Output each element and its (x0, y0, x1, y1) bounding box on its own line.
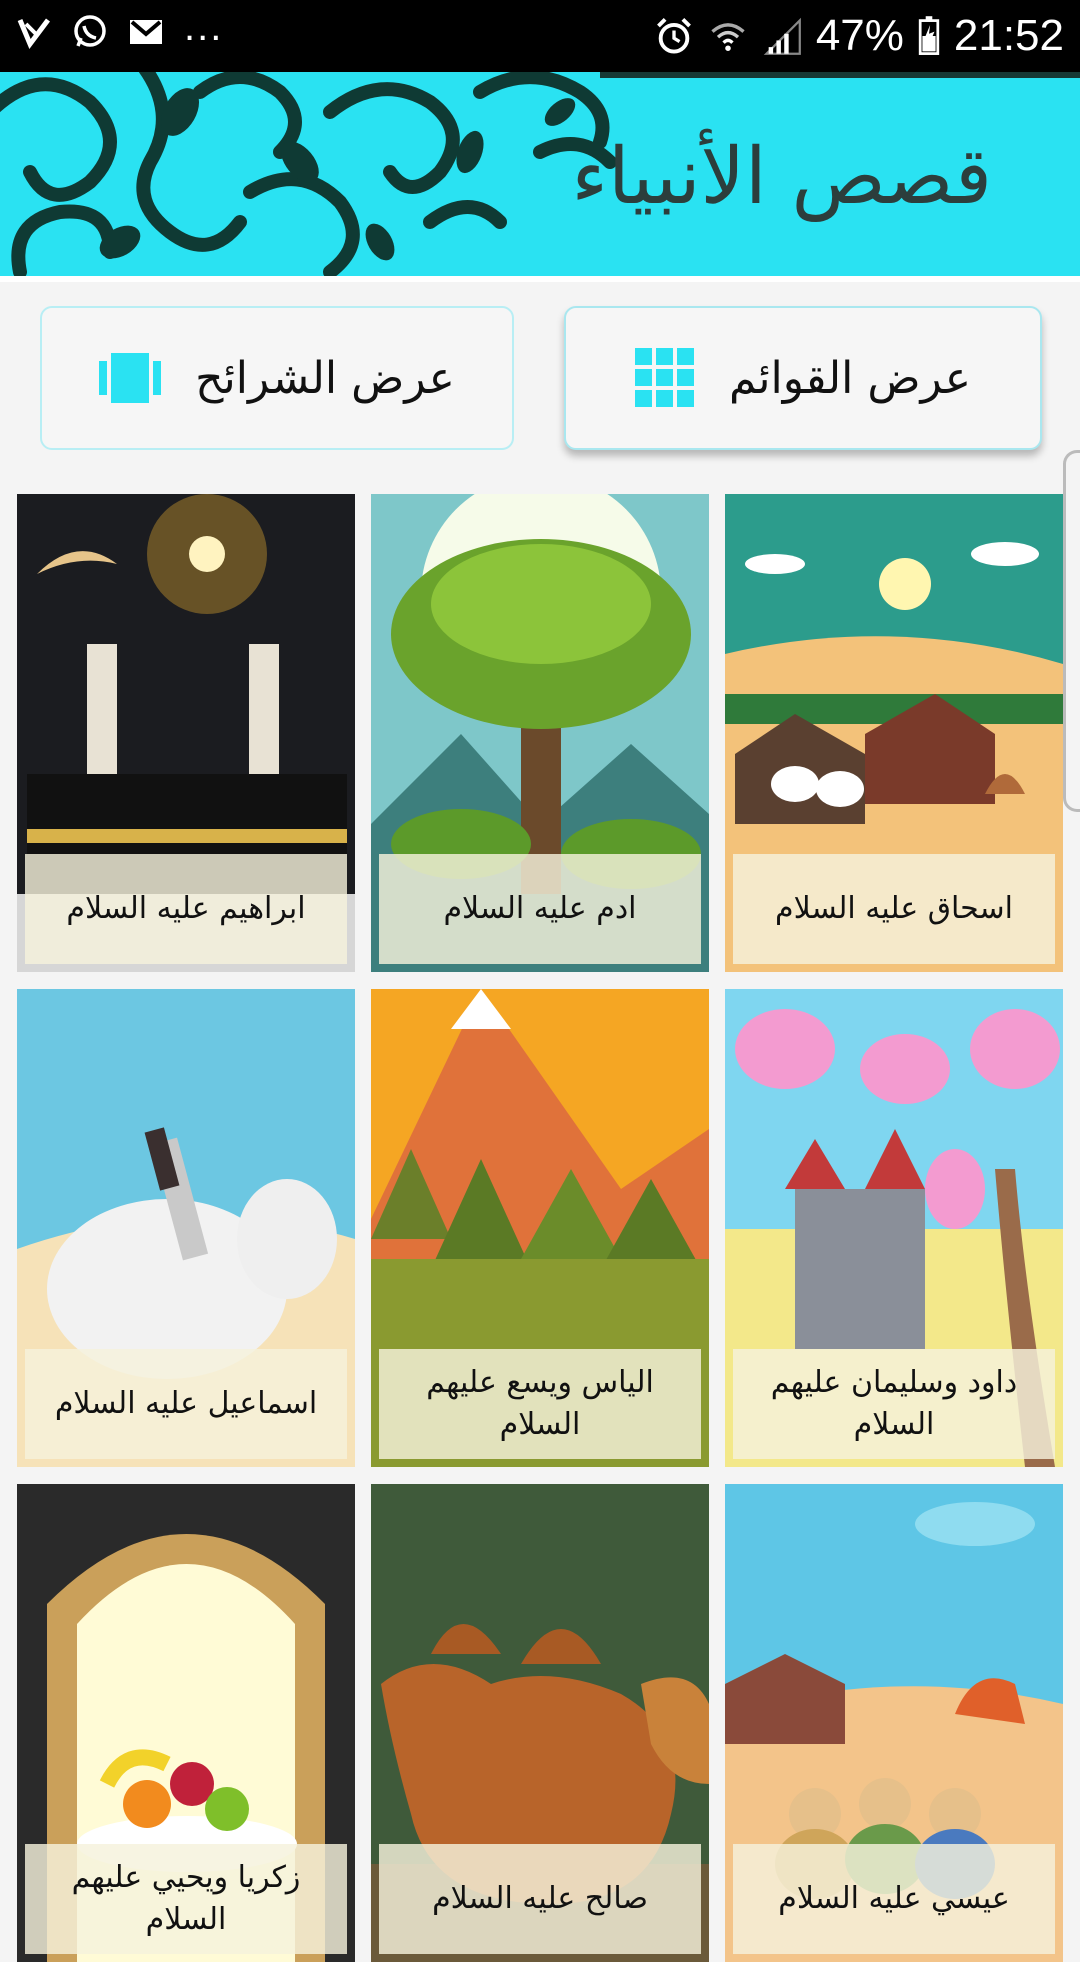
list-view-label: عرض القوائم (728, 352, 972, 404)
app-title: قصص الأنبياء (571, 132, 992, 222)
status-bar: ... 47% 21:52 (0, 0, 1080, 72)
story-title: الياس ويسع عليهم السلام (379, 1349, 701, 1459)
slides-view-label: عرض الشرائح (195, 352, 455, 404)
story-card[interactable]: داود وسليمان عليهم السلام (725, 989, 1063, 1467)
slides-view-button[interactable]: عرض الشرائح (40, 306, 514, 450)
battery-percentage: 47% (815, 11, 904, 60)
checkmark-notification-icon (17, 18, 50, 49)
wifi-icon (711, 23, 745, 51)
story-card[interactable]: اسماعيل عليه السلام (17, 989, 355, 1467)
story-card[interactable]: زكريا ويحيي عليهم السلام (17, 1484, 355, 1962)
grid-icon (634, 348, 694, 407)
carousel-icon (99, 353, 162, 403)
signal-icon (763, 17, 801, 55)
alarm-icon (656, 17, 691, 54)
story-card[interactable]: عيسي عليه السلام (725, 1484, 1063, 1962)
scroll-handle[interactable] (1063, 450, 1080, 812)
clock-time: 21:52 (953, 11, 1064, 60)
battery-charging-icon (918, 16, 940, 55)
story-title: اسحاق عليه السلام (733, 854, 1055, 964)
story-title: زكريا ويحيي عليهم السلام (25, 1844, 347, 1954)
story-title: ابراهيم عليه السلام (25, 854, 347, 964)
story-card[interactable]: ادم عليه السلام (371, 494, 709, 972)
story-title: اسماعيل عليه السلام (25, 1349, 347, 1459)
story-card[interactable]: ابراهيم عليه السلام (17, 494, 355, 972)
story-title: صالح عليه السلام (379, 1844, 701, 1954)
story-title: عيسي عليه السلام (733, 1844, 1055, 1954)
story-card[interactable]: الياس ويسع عليهم السلام (371, 989, 709, 1467)
list-view-button[interactable]: عرض القوائم (564, 306, 1042, 450)
story-card[interactable]: اسحاق عليه السلام (725, 494, 1063, 972)
header-banner: قصص الأنبياء (0, 72, 1080, 282)
more-notifications: ... (184, 5, 224, 49)
story-card[interactable]: صالح عليه السلام (371, 1484, 709, 1962)
gmail-icon (130, 20, 162, 44)
story-title: ادم عليه السلام (379, 854, 701, 964)
story-title: داود وسليمان عليهم السلام (733, 1349, 1055, 1459)
whatsapp-icon (74, 15, 106, 47)
